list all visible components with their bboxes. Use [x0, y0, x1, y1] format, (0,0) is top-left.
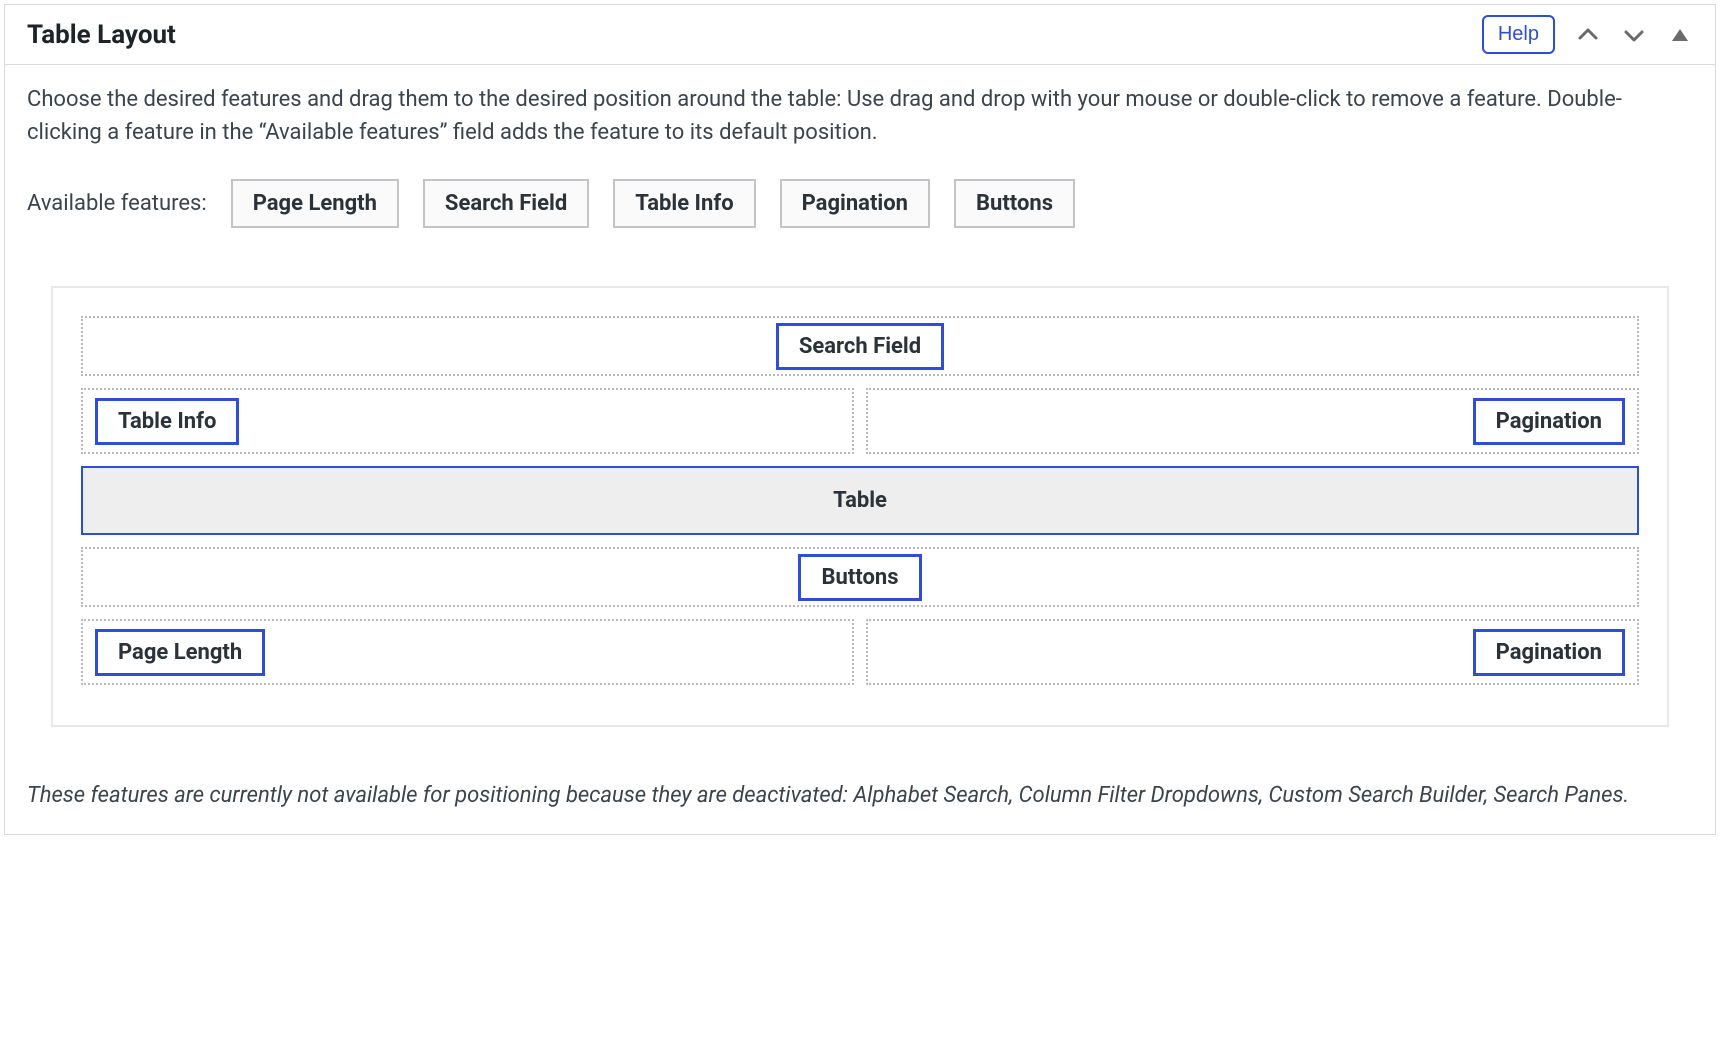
available-features-label: Available features: — [27, 191, 207, 216]
header-controls: Help — [1482, 15, 1693, 54]
drop-zone-row-1: Table Info Pagination — [81, 388, 1639, 454]
placed-feature-search-field[interactable]: Search Field — [776, 323, 944, 370]
placed-feature-table-info[interactable]: Table Info — [95, 398, 239, 445]
panel-title: Table Layout — [27, 20, 176, 50]
placed-feature-pagination-bottom[interactable]: Pagination — [1473, 629, 1625, 676]
available-feature-pagination[interactable]: Pagination — [780, 179, 930, 228]
available-features-row: Available features: Page Length Search F… — [27, 179, 1693, 228]
deactivated-features-note: These features are currently not availab… — [27, 779, 1693, 812]
collapse-icon[interactable] — [1667, 22, 1693, 48]
drop-zone-row2-left[interactable]: Page Length — [81, 619, 854, 685]
table-core: Table — [81, 466, 1639, 535]
table-layout-panel: Table Layout Help Choose the desired fea… — [4, 4, 1716, 835]
move-down-icon[interactable] — [1621, 22, 1647, 48]
available-feature-search-field[interactable]: Search Field — [423, 179, 589, 228]
available-feature-buttons[interactable]: Buttons — [954, 179, 1075, 228]
available-feature-table-info[interactable]: Table Info — [613, 179, 755, 228]
placed-feature-page-length[interactable]: Page Length — [95, 629, 265, 676]
help-button[interactable]: Help — [1482, 15, 1555, 54]
drop-zone-top[interactable]: Search Field — [81, 316, 1639, 376]
instructions-text: Choose the desired features and drag the… — [27, 83, 1693, 149]
drop-zone-row2-right[interactable]: Pagination — [866, 619, 1639, 685]
layout-editor: Search Field Table Info Pagination Table… — [51, 286, 1669, 727]
available-feature-page-length[interactable]: Page Length — [231, 179, 399, 228]
drop-zone-mid[interactable]: Buttons — [81, 547, 1639, 607]
panel-header: Table Layout Help — [5, 5, 1715, 65]
placed-feature-buttons[interactable]: Buttons — [798, 554, 921, 601]
placed-feature-pagination-top[interactable]: Pagination — [1473, 398, 1625, 445]
panel-body: Choose the desired features and drag the… — [5, 65, 1715, 834]
drop-zone-row1-right[interactable]: Pagination — [866, 388, 1639, 454]
move-up-icon[interactable] — [1575, 22, 1601, 48]
drop-zone-row1-left[interactable]: Table Info — [81, 388, 854, 454]
drop-zone-row-2: Page Length Pagination — [81, 619, 1639, 685]
